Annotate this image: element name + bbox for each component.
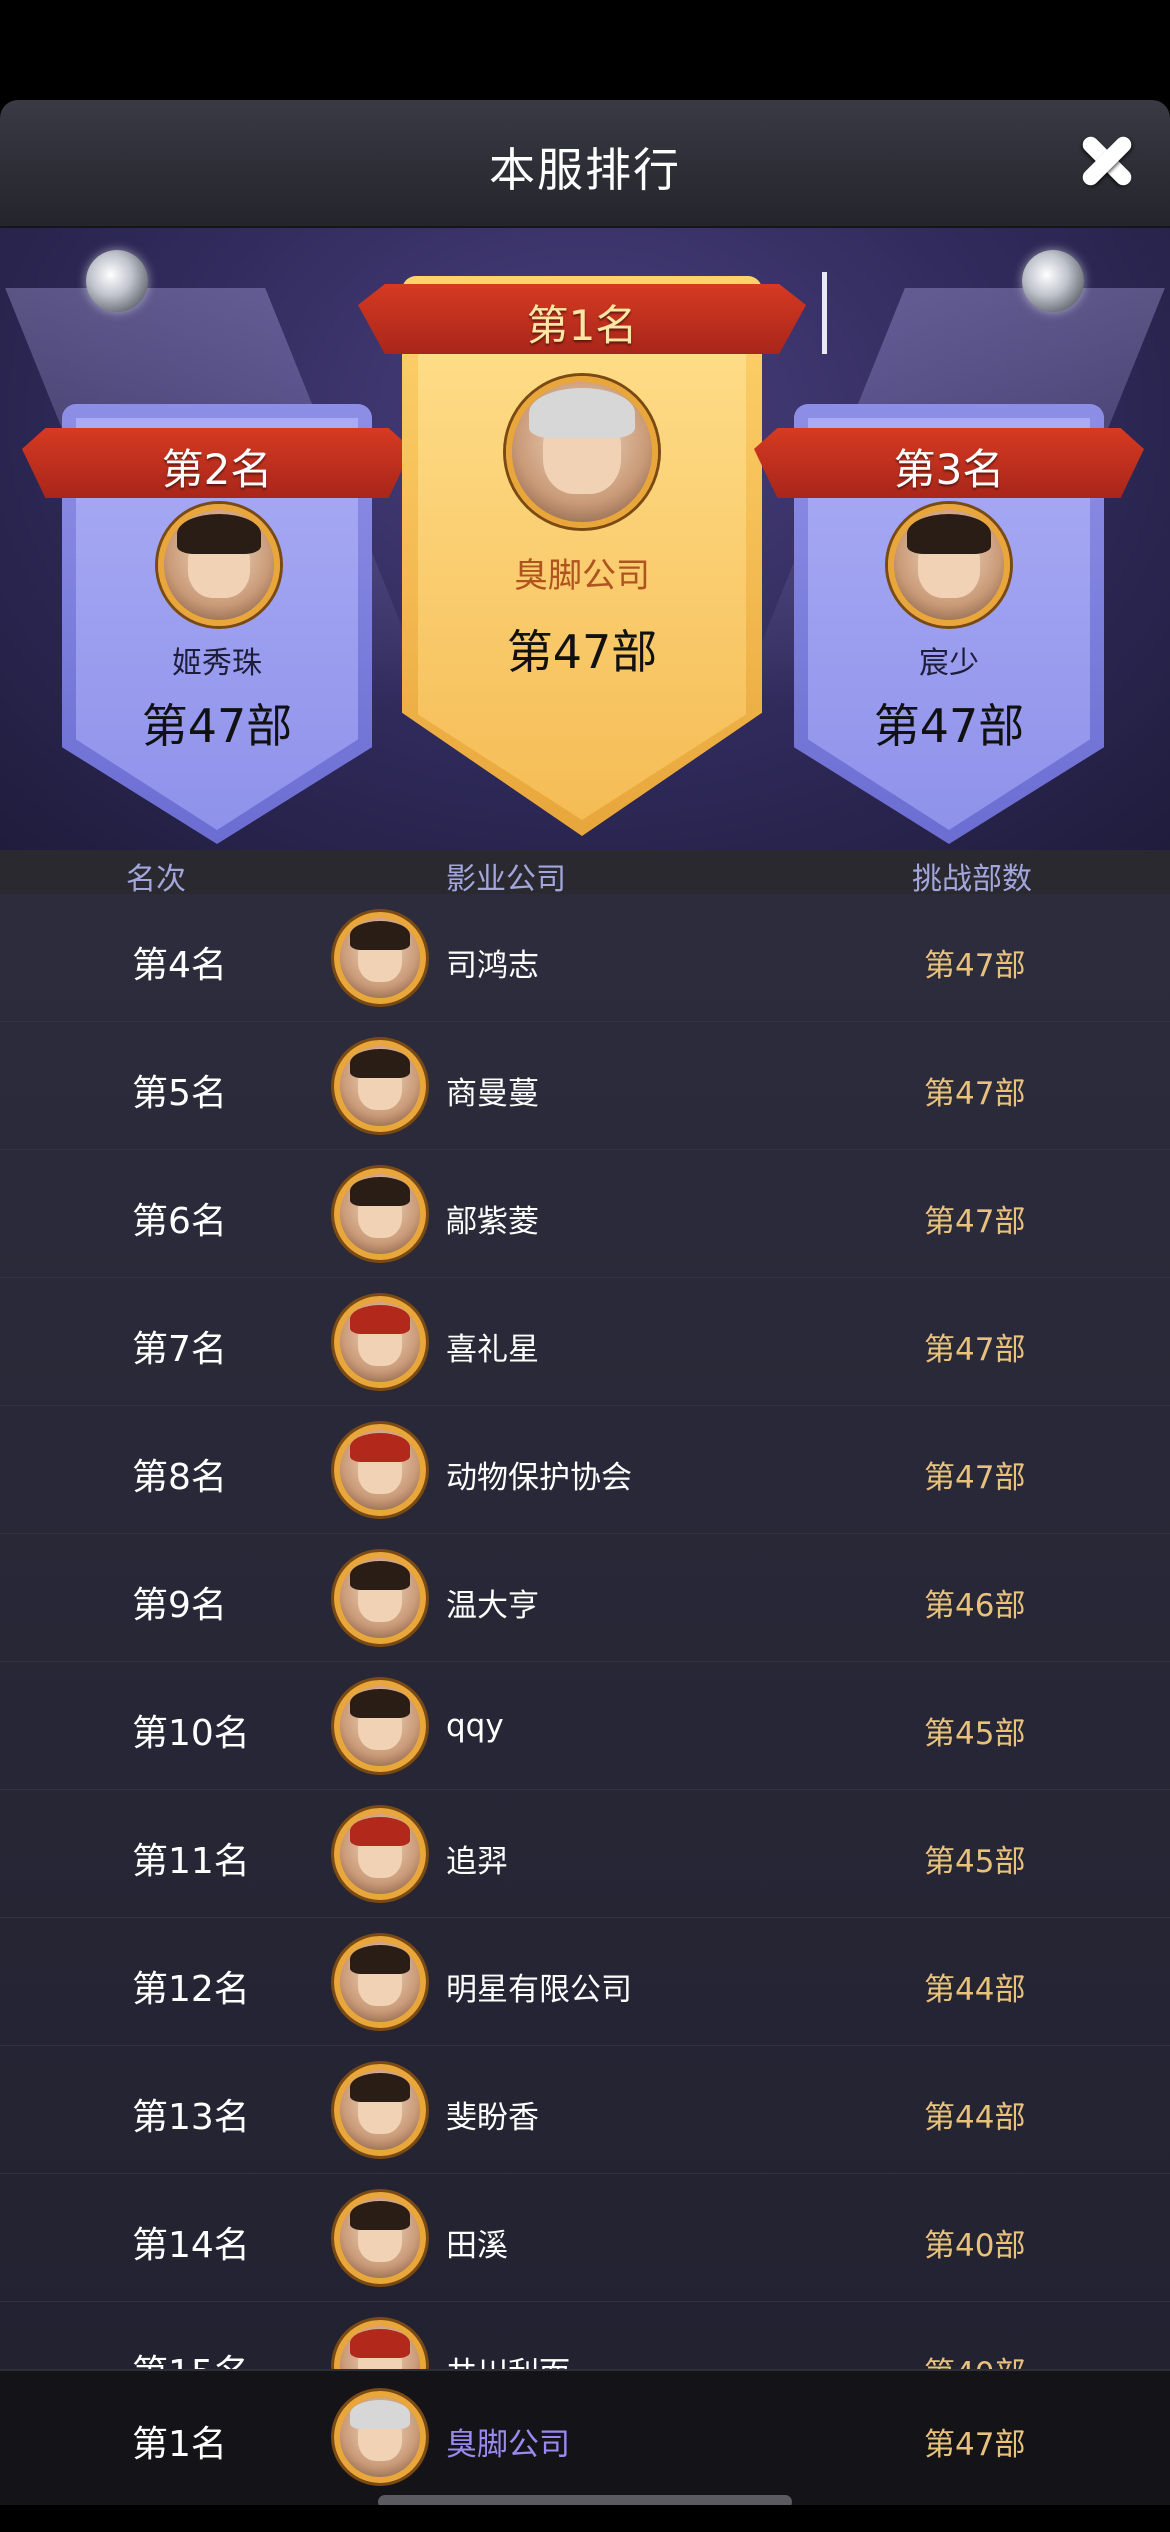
podium-second[interactable]: 第2名 姬秀珠 第47部 (22, 404, 412, 844)
column-rank: 名次 (126, 862, 186, 897)
company-name: 鄗紫菱 (446, 1204, 539, 1240)
column-count: 挑战部数 (912, 862, 1032, 897)
avatar (334, 1552, 426, 1644)
challenge-count: 第40部 (924, 2348, 1025, 2369)
challenge-count: 第47部 (924, 1460, 1026, 1496)
company-name: 臭脚公司 (514, 556, 650, 596)
avatar (334, 2320, 426, 2369)
rank-label: 第12名 (132, 1969, 250, 2010)
company-name: 姬秀珠 (172, 646, 262, 681)
avatar (888, 504, 1010, 626)
table-row[interactable]: 第12名 明星有限公司 第44部 (0, 1918, 1170, 2046)
close-icon[interactable] (1070, 124, 1144, 198)
table-row[interactable]: 第4名 司鸿志 第47部 (0, 894, 1170, 1022)
rank-label: 第14名 (132, 2225, 250, 2266)
avatar (334, 912, 426, 1004)
table-row[interactable]: 第11名 追羿 第45部 (0, 1790, 1170, 1918)
avatar (158, 504, 280, 626)
bottom-safe-area (0, 2505, 1170, 2532)
avatar (334, 2192, 426, 2284)
challenge-count: 第47部 (506, 625, 658, 679)
challenge-count: 第47部 (924, 1332, 1026, 1368)
company-name: 宸少 (919, 646, 979, 681)
list-header: 名次 影业公司 挑战部数 (0, 850, 1170, 897)
challenge-count: 第40部 (924, 2228, 1026, 2264)
challenge-count: 第47部 (924, 1076, 1026, 1112)
challenge-count: 第46部 (924, 1588, 1026, 1624)
rank-label: 第11名 (132, 1841, 250, 1882)
company-name: 司鸿志 (446, 948, 539, 984)
rank-label: 第6名 (132, 1201, 227, 1242)
ranking-list[interactable]: 第4名 司鸿志 第47部 第5名 商曼蔓 第47部 第6名 鄗紫菱 第47部 第… (0, 894, 1170, 2369)
challenge-count: 第45部 (924, 1844, 1026, 1880)
avatar (334, 1168, 426, 1260)
table-row[interactable]: 第10名 qqy 第45部 (0, 1662, 1170, 1790)
podium-third[interactable]: 第3名 宸少 第47部 (754, 404, 1144, 844)
company-name: 喜礼星 (446, 1332, 539, 1368)
avatar (334, 1296, 426, 1388)
company-name: 井川利而 (446, 2348, 570, 2369)
avatar (334, 1424, 426, 1516)
challenge-count: 第44部 (924, 1972, 1026, 2008)
company-name: qqy (446, 1708, 504, 1744)
page-title: 本服排行 (489, 143, 681, 197)
table-row[interactable]: 第6名 鄗紫菱 第47部 (0, 1150, 1170, 1278)
table-row[interactable]: 第15名 井川利而 第40部 (0, 2302, 1170, 2369)
avatar (334, 1808, 426, 1900)
challenge-count: 第47部 (924, 948, 1026, 984)
rank-label: 第1名 (132, 2424, 227, 2465)
challenge-count: 第45部 (924, 1716, 1026, 1752)
company-name: 明星有限公司 (446, 1972, 632, 2008)
challenge-count: 第44部 (924, 2100, 1026, 2136)
company-name: 商曼蔓 (446, 1076, 539, 1112)
challenge-count: 第47部 (873, 699, 1025, 753)
challenge-count: 第47部 (924, 1204, 1026, 1240)
company-name: 追羿 (446, 1844, 508, 1880)
podium-first[interactable]: 第1名 臭脚公司 第47部 (358, 276, 806, 836)
avatar (334, 2391, 426, 2483)
challenge-count: 第47部 (141, 699, 293, 753)
avatar (334, 1040, 426, 1132)
avatar (334, 1936, 426, 2028)
company-name: 动物保护协会 (446, 1460, 632, 1496)
rank-label: 第7名 (132, 1329, 227, 1370)
rank-label: 第5名 (132, 1073, 227, 1114)
company-name: 温大亨 (446, 1588, 539, 1624)
rank-label: 第4名 (132, 945, 227, 986)
title-bar: 本服排行 (0, 100, 1170, 228)
spotlight-icon (1004, 238, 1084, 318)
rank-label: 第15名 (132, 2344, 250, 2369)
company-name: 臭脚公司 (446, 2427, 570, 2463)
rank-label: 第8名 (132, 1457, 227, 1498)
challenge-count: 第47部 (924, 2427, 1026, 2463)
text-cursor (822, 272, 827, 354)
column-company: 影业公司 (446, 862, 566, 897)
table-row[interactable]: 第7名 喜礼星 第47部 (0, 1278, 1170, 1406)
table-row[interactable]: 第14名 田溪 第40部 (0, 2174, 1170, 2302)
company-name: 斐盼香 (446, 2100, 539, 2136)
table-row[interactable]: 第13名 斐盼香 第44部 (0, 2046, 1170, 2174)
company-name: 田溪 (446, 2228, 508, 2264)
my-rank-row[interactable]: 第1名 臭脚公司 第47部 (0, 2369, 1170, 2505)
table-row[interactable]: 第8名 动物保护协会 第47部 (0, 1406, 1170, 1534)
table-row[interactable]: 第5名 商曼蔓 第47部 (0, 1022, 1170, 1150)
avatar (334, 2064, 426, 2156)
rank-ribbon: 第3名 (754, 428, 1144, 498)
rank-label: 第9名 (132, 1585, 227, 1626)
rank-label: 第10名 (132, 1713, 250, 1754)
rank-ribbon: 第2名 (22, 428, 412, 498)
spotlight-icon (86, 238, 166, 318)
table-row[interactable]: 第9名 温大亨 第46部 (0, 1534, 1170, 1662)
avatar (506, 376, 658, 528)
avatar (334, 1680, 426, 1772)
status-bar (0, 0, 1170, 100)
rank-label: 第13名 (132, 2097, 250, 2138)
podium-stage: 第2名 姬秀珠 第47部 第1名 臭脚公司 第47部 第3名 宸少 第47部 (0, 228, 1170, 850)
rank-ribbon: 第1名 (358, 284, 806, 354)
